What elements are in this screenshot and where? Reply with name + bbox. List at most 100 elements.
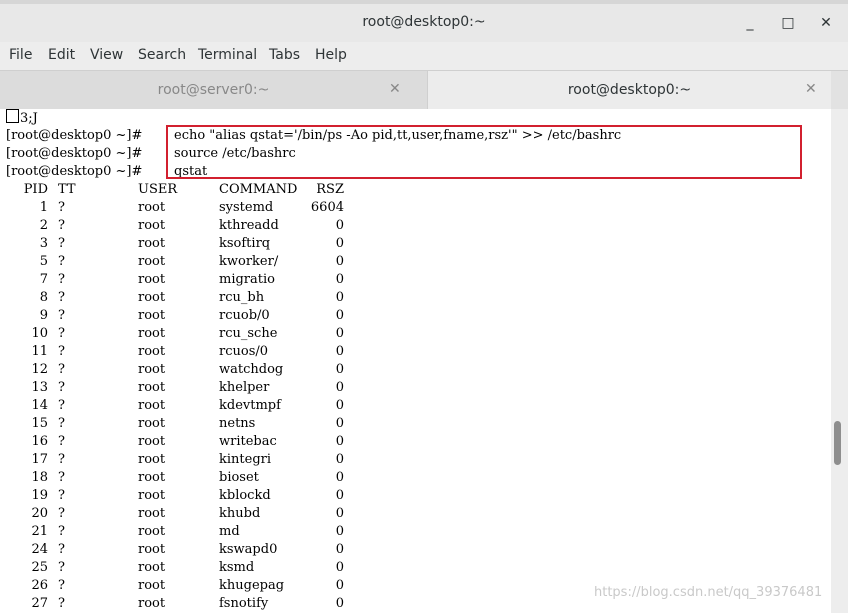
cell-rsz: 0 <box>335 596 344 611</box>
menu-help[interactable]: Help <box>315 47 347 63</box>
cell-tt: ? <box>58 344 65 359</box>
cell-pid: 26 <box>31 578 48 593</box>
cell-pid: 21 <box>31 524 48 539</box>
cell-tt: ? <box>58 326 65 341</box>
cell-pid: 11 <box>31 344 48 359</box>
header-command: COMMAND <box>219 182 298 197</box>
cell-rsz: 0 <box>335 272 344 287</box>
cell-user: root <box>138 596 166 611</box>
cell-rsz: 0 <box>335 218 344 233</box>
cell-user: root <box>138 218 166 233</box>
cell-command: khugepag <box>219 578 285 593</box>
cell-command: khelper <box>219 380 270 395</box>
menu-tabs[interactable]: Tabs <box>269 47 300 63</box>
minimize-icon[interactable]: _ <box>740 13 760 33</box>
cell-pid: 1 <box>39 200 48 215</box>
cell-command: kdevtmpf <box>219 398 281 413</box>
cell-rsz: 0 <box>335 326 344 341</box>
cell-rsz: 0 <box>335 344 344 359</box>
cell-tt: ? <box>58 398 65 413</box>
cell-rsz: 0 <box>335 524 344 539</box>
cell-pid: 15 <box>31 416 48 431</box>
cell-pid: 12 <box>31 362 48 377</box>
cell-tt: ? <box>58 506 65 521</box>
cell-command: rcu_sche <box>219 326 278 341</box>
cell-command: rcu_bh <box>219 290 265 305</box>
cell-command: khubd <box>219 506 261 521</box>
menu-file[interactable]: File <box>9 47 32 63</box>
cell-command: migratio <box>219 272 275 287</box>
cell-rsz: 0 <box>335 470 344 485</box>
cell-command: bioset <box>219 470 259 485</box>
terminal-line: 3;J <box>6 109 38 127</box>
cell-pid: 24 <box>31 542 48 557</box>
window-title: root@desktop0:~ <box>362 14 486 30</box>
cell-tt: ? <box>58 236 65 251</box>
scrollbar-thumb[interactable] <box>834 421 841 465</box>
cell-tt: ? <box>58 362 65 377</box>
tab-server0[interactable]: root@server0:~ ✕ <box>0 71 428 109</box>
menu-search[interactable]: Search <box>138 47 186 63</box>
cell-pid: 7 <box>39 272 48 287</box>
close-icon[interactable]: ✕ <box>816 13 836 33</box>
cell-pid: 27 <box>31 596 48 611</box>
tab-close-icon[interactable]: ✕ <box>389 81 401 97</box>
cell-pid: 20 <box>31 506 48 521</box>
cell-rsz: 0 <box>335 542 344 557</box>
menu-view[interactable]: View <box>90 47 123 63</box>
tab-desktop0[interactable]: root@desktop0:~ ✕ <box>428 71 831 109</box>
cell-rsz: 0 <box>335 416 344 431</box>
menu-edit[interactable]: Edit <box>48 47 75 63</box>
prompt: [root@desktop0 ~]# <box>6 164 143 179</box>
cell-command: writebac <box>219 434 277 449</box>
cell-command: md <box>219 524 240 539</box>
cell-rsz: 0 <box>335 452 344 467</box>
cell-command: kthreadd <box>219 218 279 233</box>
menu-terminal[interactable]: Terminal <box>198 47 257 63</box>
cell-rsz: 0 <box>335 362 344 377</box>
cell-command: rcuos/0 <box>219 344 269 359</box>
cell-rsz: 0 <box>335 380 344 395</box>
cell-user: root <box>138 380 166 395</box>
prompt: [root@desktop0 ~]# <box>6 128 143 143</box>
cell-pid: 3 <box>39 236 48 251</box>
cell-rsz: 0 <box>335 236 344 251</box>
prompt: [root@desktop0 ~]# <box>6 146 143 161</box>
tab-bar: root@server0:~ ✕ root@desktop0:~ ✕ <box>0 70 848 110</box>
cell-command: systemd <box>219 200 274 215</box>
cell-user: root <box>138 398 166 413</box>
cell-pid: 16 <box>31 434 48 449</box>
cell-command: kswapd0 <box>219 542 278 557</box>
cell-user: root <box>138 542 166 557</box>
cell-user: root <box>138 236 166 251</box>
cell-user: root <box>138 416 166 431</box>
tab-label: root@desktop0:~ <box>567 82 692 98</box>
maximize-icon[interactable]: □ <box>778 13 798 33</box>
cell-command: ksoftirq <box>219 236 271 251</box>
cell-tt: ? <box>58 560 65 575</box>
terminal-output[interactable]: 3;J [root@desktop0 ~]# echo "alias qstat=… <box>0 109 831 613</box>
cell-command: rcuob/0 <box>219 308 270 323</box>
header-user: USER <box>138 182 178 197</box>
cell-user: root <box>138 344 166 359</box>
cell-rsz: 0 <box>335 578 344 593</box>
title-bar[interactable]: root@desktop0:~ _ □ ✕ <box>0 4 848 42</box>
tab-label: root@server0:~ <box>157 82 270 98</box>
cell-pid: 10 <box>31 326 48 341</box>
cell-rsz: 0 <box>335 434 344 449</box>
cell-user: root <box>138 362 166 377</box>
cell-user: root <box>138 488 166 503</box>
cell-pid: 5 <box>39 254 48 269</box>
cell-user: root <box>138 506 166 521</box>
tab-close-icon[interactable]: ✕ <box>805 81 817 97</box>
command-line: [root@desktop0 ~]# echo "alias qstat='/bi… <box>6 127 621 145</box>
header-tt: TT <box>58 182 76 197</box>
cell-tt: ? <box>58 200 65 215</box>
cell-tt: ? <box>58 272 65 287</box>
scrollbar[interactable] <box>831 109 848 613</box>
cell-user: root <box>138 272 166 287</box>
cell-tt: ? <box>58 254 65 269</box>
cell-pid: 13 <box>31 380 48 395</box>
cell-command: kworker/ <box>219 254 279 269</box>
cell-pid: 25 <box>31 560 48 575</box>
